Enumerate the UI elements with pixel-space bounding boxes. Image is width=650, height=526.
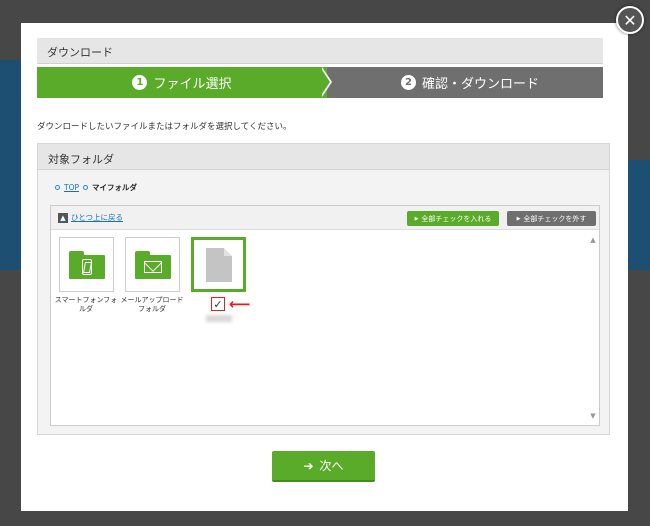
next-button[interactable]: ➔ 次へ <box>272 451 375 482</box>
item-label: スマートフォンフォ ルダ <box>54 296 118 313</box>
list-item-file[interactable] <box>191 237 246 292</box>
step-label-1: ファイル選択 <box>153 77 232 92</box>
file-checkbox[interactable]: ✓ <box>211 297 225 311</box>
step-file-select: 1 ファイル選択 <box>37 67 327 98</box>
go-up-link[interactable]: ▲ ひとつ上に戻る <box>58 212 123 223</box>
go-up-label: ひとつ上に戻る <box>71 213 123 222</box>
target-folder-panel: 対象フォルダ TOP マイフォルダ ▲ ひとつ上に戻る ▶ 全部チェックを入れる… <box>37 143 610 435</box>
dialog-title: ダウンロード <box>37 38 603 64</box>
up-arrow-icon: ▲ <box>58 212 68 223</box>
list-item-smartphone-folder[interactable]: スマートフォンフォ ルダ <box>55 237 121 314</box>
step-confirm-download: 2 確認・ダウンロード <box>327 67 603 98</box>
breadcrumb-current: マイフォルダ <box>92 183 138 192</box>
download-dialog: ダウンロード 1 ファイル選択 2 確認・ダウンロード ダウンロードしたいファイ… <box>21 23 628 511</box>
file-browser: ▲ ひとつ上に戻る ▶ 全部チェックを入れる ▶ 全部チェックを外す スマートフ… <box>50 205 600 426</box>
file-name-redacted <box>206 315 232 322</box>
envelope-icon <box>143 260 162 273</box>
item-label: メールアップロード フォルダ <box>120 296 184 313</box>
folder-tile[interactable] <box>125 237 180 292</box>
smartphone-icon <box>81 258 92 275</box>
breadcrumb: TOP マイフォルダ <box>55 182 137 193</box>
smartphone-folder-icon <box>68 250 105 279</box>
close-icon[interactable]: ✕ <box>616 6 644 34</box>
step-label-2: 確認・ダウンロード <box>421 77 539 92</box>
list-item-mail-folder[interactable]: メールアップロード フォルダ <box>121 237 187 314</box>
uncheck-all-button[interactable]: ▶ 全部チェックを外す <box>507 211 596 226</box>
check-all-button[interactable]: ▶ 全部チェックを入れる <box>407 211 499 226</box>
breadcrumb-bullet-icon <box>55 185 60 190</box>
annotation-arrow-icon: ⟵ <box>229 295 251 313</box>
folder-panel-title: 対象フォルダ <box>38 144 609 170</box>
scroll-up-icon[interactable]: ▲ <box>589 236 597 244</box>
triangle-right-icon: ▶ <box>414 215 419 222</box>
background-banner-right <box>628 160 650 270</box>
mail-folder-icon <box>134 250 171 279</box>
step-arrow <box>320 67 330 97</box>
file-icon <box>205 247 232 282</box>
arrow-right-icon: ➔ <box>303 458 314 473</box>
file-tile-selected[interactable] <box>191 237 246 292</box>
folder-tile[interactable] <box>59 237 114 292</box>
scroll-down-icon[interactable]: ▼ <box>589 412 597 420</box>
triangle-right-icon: ▶ <box>516 215 521 222</box>
step-progress: 1 ファイル選択 2 確認・ダウンロード <box>37 67 603 98</box>
uncheck-all-label: 全部チェックを外す <box>523 214 587 223</box>
next-button-label: 次へ <box>319 459 344 473</box>
check-all-label: 全部チェックを入れる <box>421 214 492 223</box>
breadcrumb-bullet-icon <box>83 185 89 190</box>
file-browser-toolbar: ▲ ひとつ上に戻る ▶ 全部チェックを入れる ▶ 全部チェックを外す <box>51 206 599 230</box>
instruction-text: ダウンロードしたいファイルまたはフォルダを選択してください。 <box>37 122 292 132</box>
scrollbar[interactable]: ▲ ▼ <box>589 236 597 420</box>
breadcrumb-top-link[interactable]: TOP <box>64 183 79 192</box>
step-number-1: 1 <box>132 75 148 90</box>
step-number-2: 2 <box>400 75 416 90</box>
